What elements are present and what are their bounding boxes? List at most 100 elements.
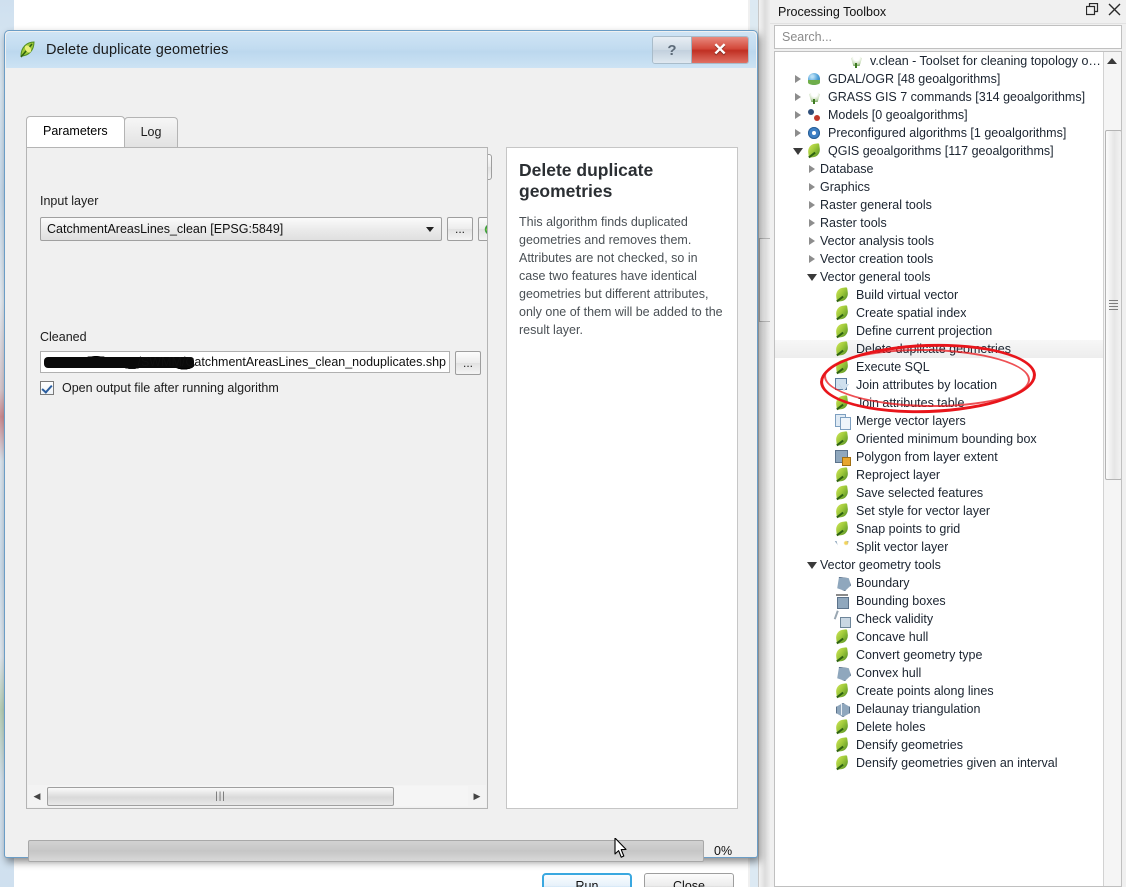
tree-item[interactable]: Graphics	[775, 178, 1104, 196]
tree-item[interactable]: Create points along lines	[775, 682, 1104, 700]
input-layer-browse-button[interactable]: ...	[447, 217, 473, 241]
undock-icon[interactable]	[1085, 2, 1100, 19]
tree-scrollbar-thumb[interactable]	[1105, 130, 1121, 480]
tree-item[interactable]: Boundary	[775, 574, 1104, 592]
parameters-horizontal-scrollbar[interactable]: ◀ ||| ▶	[28, 785, 486, 807]
search-input[interactable]: Search...	[774, 25, 1122, 49]
tree-item[interactable]: Check validity	[775, 610, 1104, 628]
tree-item[interactable]: Raster tools	[775, 214, 1104, 232]
tree-item[interactable]: Vector creation tools	[775, 250, 1104, 268]
tree-item[interactable]: Densify geometries	[775, 736, 1104, 754]
tree-item[interactable]: Define current projection	[775, 322, 1104, 340]
tree-item[interactable]: Execute SQL	[775, 358, 1104, 376]
tree-twisty-collapsed-icon[interactable]	[807, 236, 818, 247]
tree-item[interactable]: v.clean - Toolset for cleaning topology …	[775, 52, 1104, 70]
hscroll-grip: |||	[215, 791, 226, 802]
input-layer-combobox[interactable]: CatchmentAreasLines_clean [EPSG:5849]	[40, 217, 442, 241]
tab-parameters[interactable]: Parameters	[26, 116, 125, 147]
tree-item[interactable]: Bounding boxes	[775, 592, 1104, 610]
tree-item[interactable]: GDAL/OGR [48 geoalgorithms]	[775, 70, 1104, 88]
close-icon[interactable]: ✕	[692, 37, 748, 63]
tree-twisty-collapsed-icon[interactable]	[807, 254, 818, 265]
tree-twisty-collapsed-icon[interactable]	[807, 218, 818, 229]
tree-item[interactable]: Concave hull	[775, 628, 1104, 646]
tree-twisty-collapsed-icon[interactable]	[793, 128, 804, 139]
scroll-left-icon[interactable]: ◀	[28, 786, 46, 806]
tree-item-label: Concave hull	[856, 630, 929, 644]
tree-item-label: Build virtual vector	[856, 288, 959, 302]
qgis-leaf-icon	[834, 395, 851, 411]
tree-item[interactable]: Preconfigured algorithms [1 geoalgorithm…	[775, 124, 1104, 142]
tree-item-label: Create points along lines	[856, 684, 994, 698]
tree-item-label: Densify geometries given an interval	[856, 756, 1058, 770]
tree-item[interactable]: Vector geometry tools	[775, 556, 1104, 574]
algorithm-tree-list[interactable]: v.clean - Toolset for cleaning topology …	[775, 52, 1104, 886]
tree-twisty-collapsed-icon[interactable]	[793, 92, 804, 103]
tree-twisty-collapsed-icon[interactable]	[793, 74, 804, 85]
tree-item[interactable]: Create spatial index	[775, 304, 1104, 322]
tree-item-label: Snap points to grid	[856, 522, 961, 536]
qgis-leaf-icon	[834, 305, 851, 321]
tree-item[interactable]: Database	[775, 160, 1104, 178]
cancel-button[interactable]: Close	[644, 873, 734, 887]
split-vector-icon	[834, 539, 851, 555]
tree-item[interactable]: Join attributes table	[775, 394, 1104, 412]
tree-vertical-scrollbar[interactable]	[1103, 52, 1121, 886]
tree-twisty-collapsed-icon[interactable]	[807, 200, 818, 211]
tree-item[interactable]: Raster general tools	[775, 196, 1104, 214]
help-button[interactable]: ?	[653, 37, 692, 63]
tree-item[interactable]: Models [0 geoalgorithms]	[775, 106, 1104, 124]
square-top-icon	[834, 593, 851, 609]
cleaned-output-input[interactable]: /SWMM/CatchmentAreasLines_clean_noduplic…	[40, 351, 450, 373]
tree-item[interactable]: Vector general tools	[775, 268, 1104, 286]
algorithm-tree[interactable]: v.clean - Toolset for cleaning topology …	[774, 51, 1122, 887]
algorithm-help-pane: Delete duplicate geometries This algorit…	[506, 147, 738, 809]
tree-item-label: Polygon from layer extent	[856, 450, 998, 464]
open-output-checkbox[interactable]	[40, 381, 54, 395]
hscroll-track[interactable]: |||	[46, 786, 468, 806]
tree-twisty-collapsed-icon[interactable]	[807, 164, 818, 175]
tree-item[interactable]: Delete duplicate geometries	[775, 340, 1104, 358]
cleaned-browse-button[interactable]: ...	[455, 351, 481, 375]
dialog-titlebar[interactable]: Delete duplicate geometries ? ✕	[6, 32, 756, 68]
tree-item[interactable]: Set style for vector layer	[775, 502, 1104, 520]
tree-twisty-collapsed-icon[interactable]	[793, 110, 804, 121]
tree-item[interactable]: Densify geometries given an interval	[775, 754, 1104, 772]
tree-twisty-collapsed-icon[interactable]	[807, 182, 818, 193]
tree-twisty-expanded-icon[interactable]	[807, 560, 818, 571]
tree-item[interactable]: Snap points to grid	[775, 520, 1104, 538]
tree-item[interactable]: Reproject layer	[775, 466, 1104, 484]
tab-log[interactable]: Log	[123, 117, 179, 147]
tree-item[interactable]: Convex hull	[775, 664, 1104, 682]
tree-item[interactable]: Save selected features	[775, 484, 1104, 502]
tree-item-label: Join attributes by location	[856, 378, 998, 392]
tree-item[interactable]: Polygon from layer extent	[775, 448, 1104, 466]
tree-item[interactable]: Build virtual vector	[775, 286, 1104, 304]
tree-item[interactable]: Convert geometry type	[775, 646, 1104, 664]
tree-item[interactable]: Delaunay triangulation	[775, 700, 1104, 718]
refresh-icon[interactable]	[478, 217, 487, 241]
tree-item[interactable]: QGIS geoalgorithms [117 geoalgorithms]	[775, 142, 1104, 160]
tree-item[interactable]: Join attributes by location	[775, 376, 1104, 394]
tree-twisty-expanded-icon[interactable]	[793, 146, 804, 157]
open-output-row[interactable]: Open output file after running algorithm	[40, 381, 279, 395]
tree-item[interactable]: Vector analysis tools	[775, 232, 1104, 250]
tree-item-label: Join attributes table	[856, 396, 965, 410]
scroll-right-icon[interactable]: ▶	[468, 786, 486, 806]
tree-item[interactable]: GRASS GIS 7 commands [314 geoalgorithms]	[775, 88, 1104, 106]
tree-item[interactable]: Split vector layer	[775, 538, 1104, 556]
gear-icon	[806, 125, 823, 141]
tree-item[interactable]: Merge vector layers	[775, 412, 1104, 430]
tree-item[interactable]: Delete holes	[775, 718, 1104, 736]
scroll-up-icon[interactable]	[1104, 52, 1120, 69]
close-icon[interactable]	[1108, 3, 1122, 19]
tree-item-label: Densify geometries	[856, 738, 963, 752]
hscroll-thumb[interactable]: |||	[47, 787, 394, 806]
tree-item[interactable]: Oriented minimum bounding box	[775, 430, 1104, 448]
tree-twisty-expanded-icon[interactable]	[807, 272, 818, 283]
run-button[interactable]: Run	[542, 873, 632, 887]
